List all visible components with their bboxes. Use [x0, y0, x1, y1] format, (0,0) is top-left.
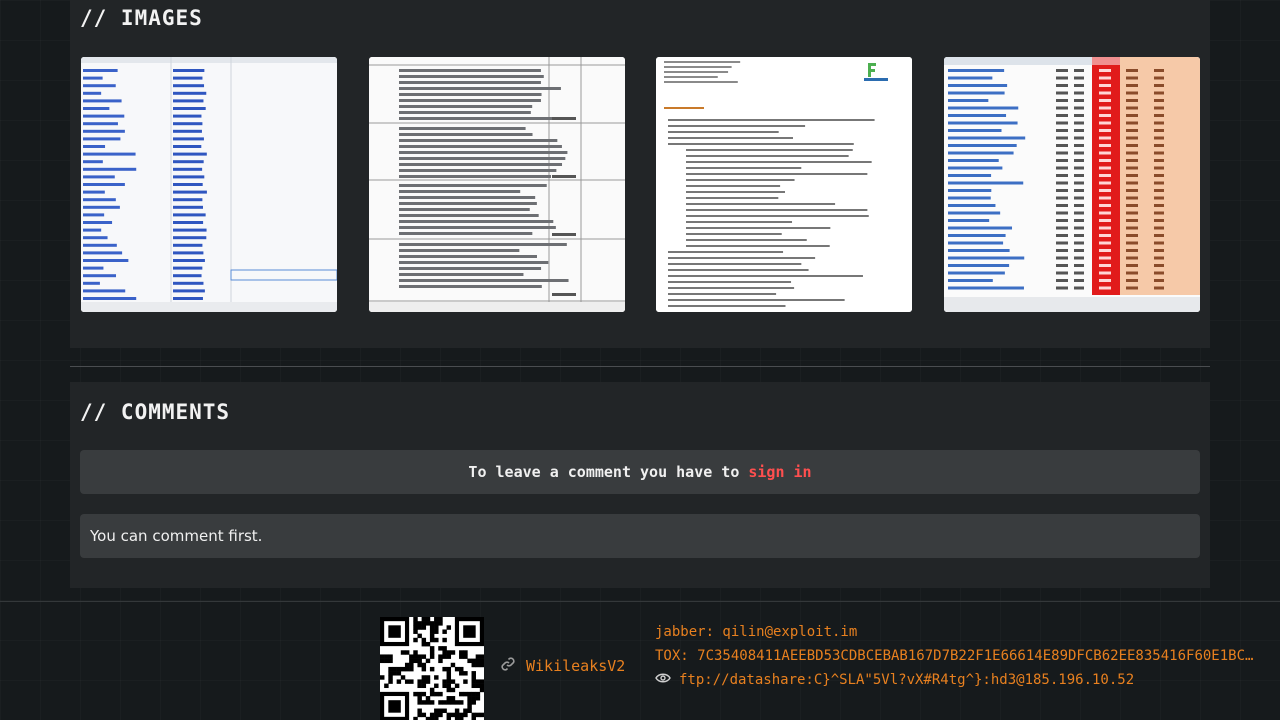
comments-section-title: // COMMENTS	[80, 400, 231, 424]
jabber-contact: jabber: qilin@exploit.im	[655, 624, 858, 640]
sign-in-link[interactable]: sign in	[748, 463, 811, 481]
no-comments-message: You can comment first.	[80, 514, 1200, 558]
site-link[interactable]: WikileaksV2	[500, 656, 625, 676]
footer: WikileaksV2 jabber: qilin@exploit.im TOX…	[0, 601, 1280, 720]
comments-panel: // COMMENTS To leave a comment you have …	[70, 382, 1210, 588]
qr-code	[380, 617, 485, 720]
signin-prompt: To leave a comment you have to sign in	[80, 450, 1200, 494]
image-thumbnail-invoice[interactable]	[369, 57, 625, 312]
ftp-link[interactable]: ftp://datashare:C}^SLA"5Vl?vX#R4tg^}:hd3…	[679, 668, 1134, 692]
section-divider	[70, 366, 1210, 367]
site-link-label: WikileaksV2	[526, 657, 626, 675]
images-section-title: // IMAGES	[80, 6, 203, 30]
ftp-row: ftp://datashare:C}^SLA"5Vl?vX#R4tg^}:hd3…	[655, 668, 1277, 692]
tox-contact: TOX: 7C35408411AEEBD53CDBCEBAB167D7B22F1…	[655, 648, 1254, 664]
image-thumbnail-letter[interactable]	[656, 57, 912, 312]
image-gallery	[81, 57, 1200, 312]
contact-info: jabber: qilin@exploit.im TOX: 7C35408411…	[655, 620, 1277, 692]
link-icon	[500, 656, 516, 676]
eye-icon	[655, 668, 671, 692]
image-thumbnail-spreadsheet[interactable]	[81, 57, 337, 312]
images-panel: // IMAGES	[70, 0, 1210, 348]
image-thumbnail-price-table[interactable]	[944, 57, 1200, 312]
signin-prompt-text: To leave a comment you have to	[468, 463, 740, 481]
